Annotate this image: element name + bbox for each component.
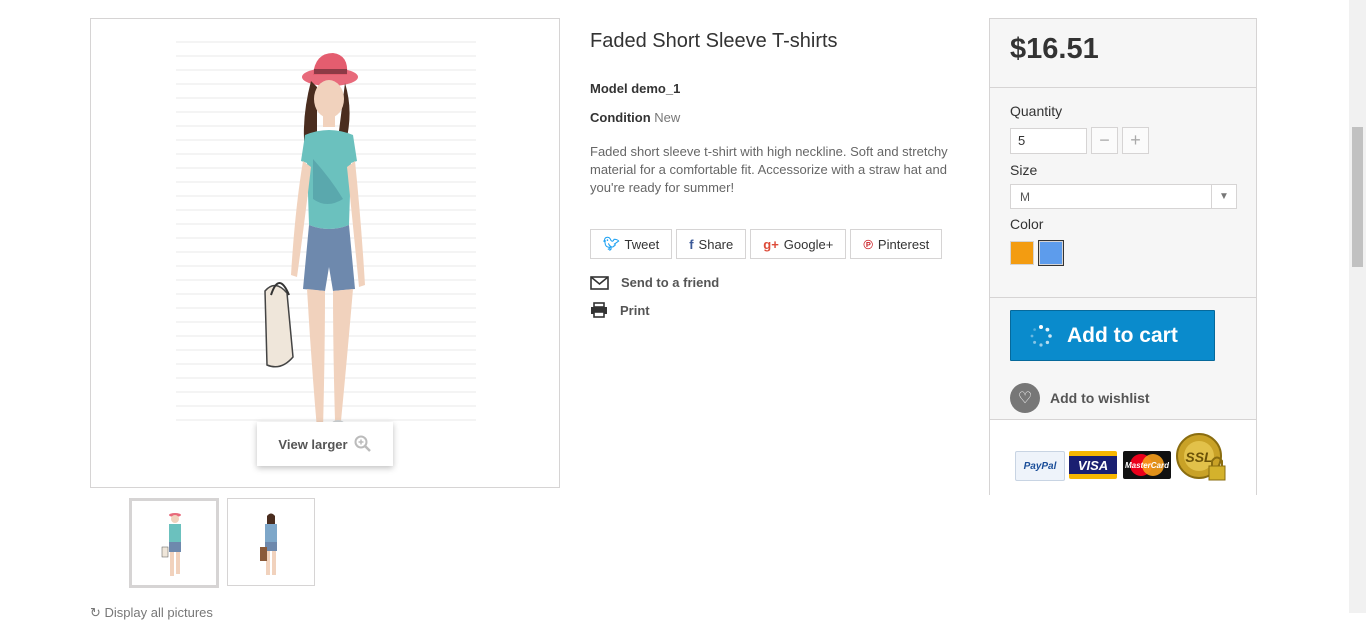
facebook-share-button[interactable]: f Share — [676, 229, 747, 259]
social-share-bar: 🐦︎ Tweet f Share g+ Google+ ℗ Pinterest — [590, 229, 960, 259]
divider — [990, 87, 1256, 88]
quantity-row: − + — [1010, 127, 1256, 154]
send-to-friend-link[interactable]: Send to a friend — [590, 275, 960, 290]
color-swatch-blue[interactable] — [1038, 240, 1064, 266]
zoom-in-icon — [354, 435, 371, 452]
product-options: Quantity − + Size M ▼ Color — [990, 97, 1256, 266]
product-description: Faded short sleeve t-shirt with high nec… — [590, 144, 948, 195]
paypal-logo: PayPal — [1015, 451, 1065, 481]
view-larger-button[interactable]: View larger — [257, 422, 393, 466]
page-scrollbar[interactable] — [1349, 0, 1366, 613]
envelope-icon — [590, 275, 609, 290]
product-model: Model demo_1 — [590, 81, 960, 96]
add-to-wishlist-link[interactable]: ♡ Add to wishlist — [1010, 383, 1150, 413]
pinterest-icon: ℗ — [863, 236, 873, 252]
loading-spinner-icon — [1030, 324, 1052, 347]
wishlist-label: Add to wishlist — [1050, 390, 1150, 406]
size-selected-value: M — [1020, 190, 1030, 204]
model-value: demo_1 — [631, 81, 681, 96]
svg-text:SSL: SSL — [1185, 449, 1212, 465]
color-label: Color — [1010, 216, 1044, 232]
google-plus-button[interactable]: g+ Google+ — [750, 229, 847, 259]
tweet-button[interactable]: 🐦︎ Tweet — [590, 229, 673, 259]
color-swatch-orange[interactable] — [1010, 241, 1034, 265]
display-all-pictures-link[interactable]: ↻ Display all pictures — [90, 605, 213, 621]
payment-logos: PayPal VISA MasterCard SSL — [990, 419, 1256, 496]
print-link[interactable]: Print — [590, 302, 960, 318]
tweet-label: Tweet — [624, 236, 660, 252]
product-condition: Condition New — [590, 110, 960, 125]
buy-box: $16.51 Quantity − + Size M ▼ Color — [989, 18, 1257, 496]
print-label: Print — [620, 302, 650, 318]
view-larger-label: View larger — [278, 436, 348, 452]
quantity-label: Quantity — [1010, 103, 1063, 119]
ssl-seal-logo: SSL — [1175, 432, 1227, 486]
size-label: Size — [1010, 162, 1038, 178]
share-label: Share — [698, 236, 734, 252]
price-section: $16.51 — [990, 19, 1256, 88]
thumbnail-photo — [260, 513, 277, 575]
google-plus-label: Google+ — [783, 236, 834, 252]
product-price: $16.51 — [1010, 33, 1099, 65]
ssl-lock-icon: SSL — [1176, 433, 1226, 481]
add-to-cart-label: Add to cart — [1067, 323, 1178, 347]
product-image-panel: View larger — [90, 18, 560, 488]
product-photo[interactable] — [241, 49, 391, 459]
quantity-input[interactable] — [1010, 127, 1087, 154]
product-title: Faded Short Sleeve T-shirts — [590, 30, 838, 52]
divider — [990, 297, 1256, 298]
quantity-decrease-button[interactable]: − — [1091, 127, 1118, 154]
thumbnail-list — [129, 498, 315, 588]
google-plus-icon: g+ — [763, 236, 779, 252]
send-to-friend-label: Send to a friend — [621, 275, 720, 290]
visa-logo: VISA — [1069, 451, 1117, 479]
printer-icon — [591, 302, 607, 318]
product-info: Faded Short Sleeve T-shirts Model demo_1… — [590, 30, 960, 318]
heart-icon: ♡ — [1010, 383, 1040, 413]
facebook-icon: f — [689, 236, 694, 252]
thumbnail-1[interactable] — [129, 498, 219, 588]
mastercard-logo: MasterCard — [1123, 451, 1171, 479]
mastercard-circles-icon: MasterCard — [1125, 454, 1170, 476]
chevron-down-icon: ▼ — [1211, 185, 1236, 208]
thumbnail-photo — [161, 513, 181, 576]
add-to-cart-button[interactable]: Add to cart — [1010, 310, 1215, 361]
pinterest-button[interactable]: ℗ Pinterest — [850, 229, 943, 259]
scrollbar-thumb[interactable] — [1352, 127, 1363, 267]
twitter-icon: 🐦︎ — [603, 236, 620, 251]
pinterest-label: Pinterest — [877, 236, 930, 252]
color-swatches — [1010, 240, 1256, 266]
condition-label: Condition — [590, 110, 651, 125]
size-select[interactable]: M ▼ — [1010, 184, 1237, 209]
thumbnail-2[interactable] — [227, 498, 315, 586]
model-label: Model — [590, 81, 628, 96]
quantity-increase-button[interactable]: + — [1122, 127, 1149, 154]
svg-text:MasterCard: MasterCard — [1125, 461, 1170, 470]
condition-value: New — [654, 110, 681, 125]
